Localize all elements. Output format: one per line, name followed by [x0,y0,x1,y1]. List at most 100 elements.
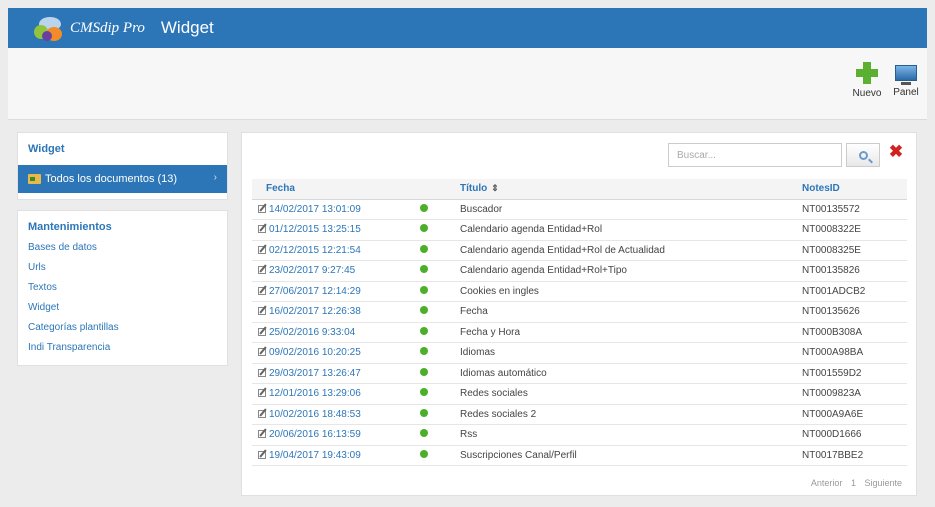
status-dot-icon [420,203,428,212]
column-header-notesid[interactable]: NotesID [796,179,907,200]
cell-titulo[interactable]: Redes sociales 2 [454,404,796,425]
table-row[interactable]: 10/02/2016 18:48:53 Redes sociales 2 NT000… [252,404,907,425]
status-dot-icon [420,367,428,376]
panel-button[interactable]: Panel [886,62,926,98]
search-input[interactable]: Buscar... [668,143,842,167]
table-row[interactable]: 29/03/2017 13:26:47 Idiomas automático NT0… [252,363,907,384]
cell-fecha[interactable]: 02/12/2015 12:21:54 [252,240,410,261]
cell-titulo[interactable]: Fecha y Hora [454,322,796,343]
edit-icon [258,368,266,377]
edit-icon [258,327,266,336]
cell-titulo[interactable]: Cookies en ingles [454,281,796,302]
status-dot-icon [420,285,428,294]
cell-fecha[interactable]: 09/02/2016 10:20:25 [252,342,410,364]
cell-status [410,322,454,343]
table-row[interactable]: 12/01/2016 13:29:06 Redes sociales NT00098… [252,383,907,405]
cell-fecha[interactable]: 19/04/2017 19:43:09 [252,445,410,466]
cell-fecha[interactable]: 23/02/2017 9:27:45 [252,260,410,282]
table-row[interactable]: 23/02/2017 9:27:45 Calendario agenda Enti… [252,260,907,282]
edit-icon [258,389,266,398]
pagination: Anterior 1 Siguiente [805,478,902,488]
sidebar-item-bases-de-datos[interactable]: Bases de datos [18,239,227,259]
edit-icon [258,409,266,418]
cell-notesid: NT0008325E [796,240,907,261]
status-dot-icon [420,449,428,458]
cell-status [410,199,454,220]
sidebar: Widget Todos los documentos (13) › Mante… [17,132,228,376]
cell-titulo[interactable]: Buscador [454,199,796,220]
cell-fecha[interactable]: 10/02/2016 18:48:53 [252,404,410,425]
sidebar-item-categorias-plantillas[interactable]: Categorías plantillas [18,319,227,339]
status-dot-icon [420,224,428,233]
table-row[interactable]: 27/06/2017 12:14:29 Cookies en ingles NT00… [252,281,907,302]
cell-status [410,240,454,261]
cell-titulo[interactable]: Rss [454,424,796,446]
table-row[interactable]: 02/12/2015 12:21:54 Calendario agenda Ent… [252,240,907,261]
cell-notesid: NT000A9A6E [796,404,907,425]
column-header-fecha[interactable]: Fecha [252,179,410,200]
sidebar-item-urls[interactable]: Urls [18,259,227,279]
table-row[interactable]: 25/02/2016 9:33:04 Fecha y Hora NT000B308A [252,322,907,343]
cell-notesid: NT000D1666 [796,424,907,446]
search-button[interactable] [846,143,880,167]
pagination-prev[interactable]: Anterior [811,478,843,488]
sidebar-item-widget[interactable]: Widget [18,299,227,319]
cell-fecha[interactable]: 14/02/2017 13:01:09 [252,199,410,220]
cell-fecha[interactable]: 01/12/2015 13:25:15 [252,219,410,241]
pagination-next[interactable]: Siguiente [864,478,902,488]
cell-titulo[interactable]: Idiomas automático [454,363,796,384]
column-header-status [410,179,454,200]
table-row[interactable]: 16/02/2017 12:26:38 Fecha NT00135626 [252,301,907,323]
cell-titulo[interactable]: Fecha [454,301,796,323]
cell-notesid: NT00135626 [796,301,907,323]
cell-fecha[interactable]: 12/01/2016 13:29:06 [252,383,410,405]
panel-button-label: Panel [893,87,919,98]
cell-status [410,445,454,466]
cell-notesid: NT000A98BA [796,342,907,364]
cell-titulo[interactable]: Redes sociales [454,383,796,405]
sort-icon: ⇕ [491,183,499,194]
cell-fecha[interactable]: 25/02/2016 9:33:04 [252,322,410,343]
maintenance-title: Mantenimientos [28,221,112,233]
brand-name: CMSdip Pro [70,19,145,36]
cell-fecha[interactable]: 20/06/2016 16:13:59 [252,424,410,446]
cell-titulo[interactable]: Calendario agenda Entidad+Rol [454,219,796,241]
cell-titulo[interactable]: Calendario agenda Entidad+Rol de Actuali… [454,240,796,261]
search-icon [858,150,868,160]
app-title: Widget [160,18,214,37]
cell-notesid: NT00135572 [796,199,907,220]
status-dot-icon [420,408,428,417]
status-dot-icon [420,244,428,253]
cell-status [410,219,454,241]
toolbar: Nuevo Panel [8,48,927,120]
sidebar-item-indi-transparencia[interactable]: Indi Transparencia [18,339,227,359]
cell-notesid: NT0017BBE2 [796,445,907,466]
edit-icon [258,204,266,213]
pagination-page[interactable]: 1 [851,478,856,488]
cell-notesid: NT00135826 [796,260,907,282]
cell-fecha[interactable]: 29/03/2017 13:26:47 [252,363,410,384]
sidebar-section-title: Widget [28,143,65,155]
new-button[interactable]: Nuevo [847,62,887,99]
cell-titulo[interactable]: Idiomas [454,342,796,364]
cell-titulo[interactable]: Suscripciones Canal/Perfil [454,445,796,466]
cell-status [410,260,454,282]
cell-fecha[interactable]: 27/06/2017 12:14:29 [252,281,410,302]
cell-fecha[interactable]: 16/02/2017 12:26:38 [252,301,410,323]
table-row[interactable]: 20/06/2016 16:13:59 Rss NT000D1666 [252,424,907,446]
cell-status [410,404,454,425]
sidebar-item-textos[interactable]: Textos [18,279,227,299]
cell-status [410,363,454,384]
status-dot-icon [420,326,428,335]
edit-icon [258,225,266,234]
column-header-titulo[interactable]: Título ⇕ [454,179,796,200]
clear-search-button[interactable]: ✖ [887,142,905,166]
table-row[interactable]: 09/02/2016 10:20:25 Idiomas NT000A98BA [252,342,907,364]
sidebar-item-all-documents[interactable]: Todos los documentos (13) › [18,165,227,193]
table-row[interactable]: 01/12/2015 13:25:15 Calendario agenda Ent… [252,219,907,241]
table-row[interactable]: 19/04/2017 19:43:09 Suscripciones Canal/P… [252,445,907,466]
new-button-label: Nuevo [852,88,882,99]
table-row[interactable]: 14/02/2017 13:01:09 Buscador NT00135572 [252,199,907,220]
cell-titulo[interactable]: Calendario agenda Entidad+Rol+Tipo [454,260,796,282]
cell-status [410,383,454,405]
